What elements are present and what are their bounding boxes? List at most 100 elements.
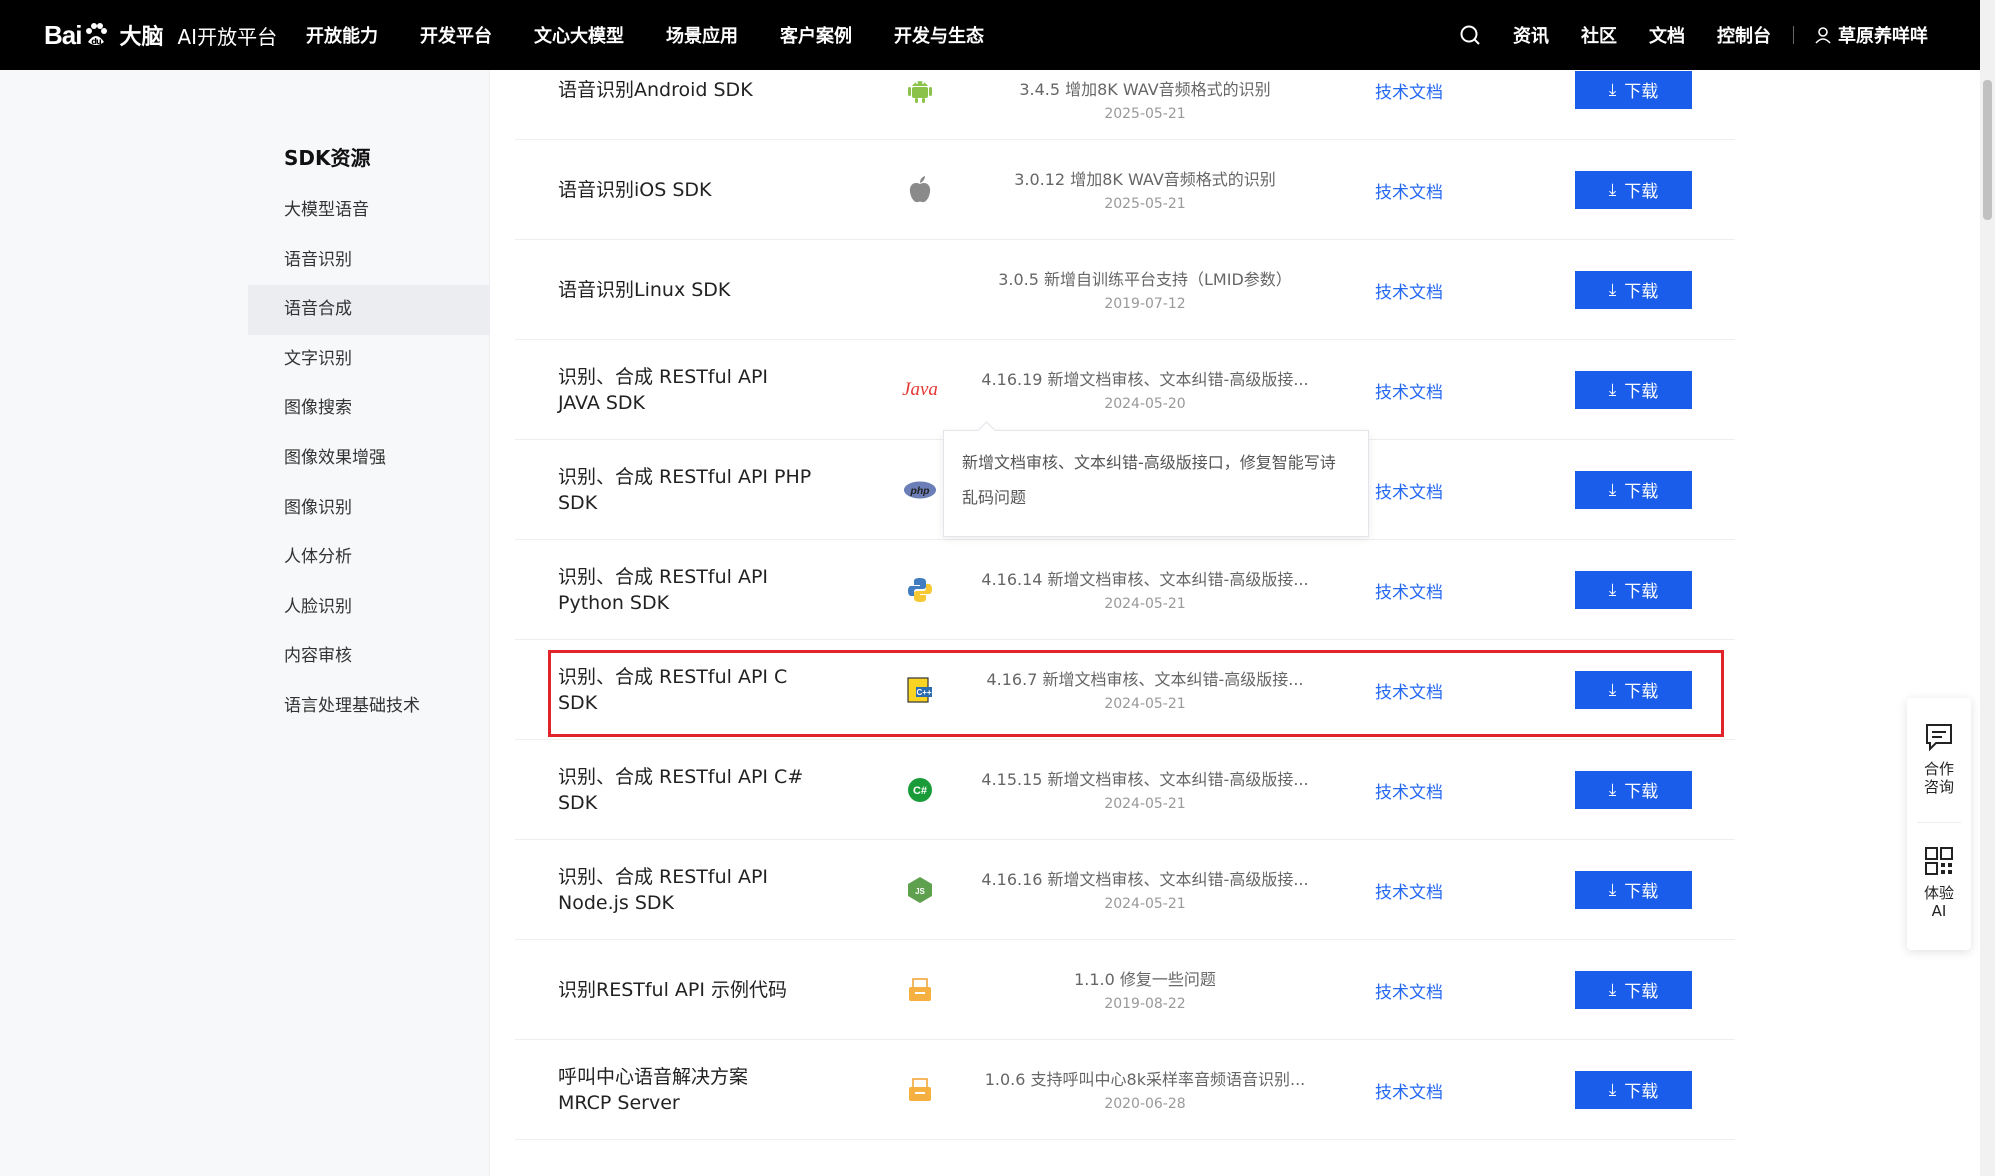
user-menu[interactable]: 草原养咩咩 <box>1814 22 1928 48</box>
logo-platform-name: AI开放平台 <box>177 24 278 49</box>
download-button[interactable]: ⤓ 下载 <box>1575 470 1692 509</box>
sidebar-item-speech-synthesis[interactable]: 语音合成 <box>248 285 490 335</box>
download-button[interactable]: ⤓ 下载 <box>1575 570 1692 609</box>
tech-doc-link[interactable]: 技术文档 <box>1375 278 1443 303</box>
tech-doc-link[interactable]: 技术文档 <box>1375 78 1443 103</box>
download-icon: ⤓ <box>1608 279 1617 300</box>
svg-text:C#: C# <box>913 785 927 797</box>
table-row: 识别、合成 RESTful API Python SDK 4.16.14 新增文档… <box>515 540 1735 640</box>
download-button[interactable]: ⤓ 下载 <box>1575 1070 1692 1109</box>
user-icon <box>1814 26 1832 44</box>
download-button[interactable]: ⤓ 下载 <box>1575 370 1692 409</box>
download-button[interactable]: ⤓ 下载 <box>1575 770 1692 809</box>
version-note: 4.16.16 新增文档审核、文本纠错-高级版接... <box>981 870 1309 889</box>
svg-text:C++: C++ <box>916 688 931 697</box>
tech-doc-link[interactable]: 技术文档 <box>1375 478 1443 503</box>
code-sample-icon <box>903 973 937 1007</box>
download-icon: ⤓ <box>1608 79 1617 100</box>
version-note: 1.0.6 支持呼叫中心8k采样率音频语音识别... <box>984 1070 1306 1089</box>
download-icon: ⤓ <box>1608 1079 1617 1100</box>
try-ai-button[interactable]: 体验 AI <box>1907 846 1971 920</box>
sdk-name: 呼叫中心语音解决方案 MRCP Server <box>558 1065 749 1114</box>
php-icon: php <box>903 473 937 507</box>
table-row: 识别、合成 RESTful API Node.js SDK JS 4.16.16 … <box>515 840 1735 940</box>
logo-text-bai: Bai <box>44 19 82 50</box>
download-icon: ⤓ <box>1608 479 1617 500</box>
download-button[interactable]: ⤓ 下载 <box>1575 70 1692 109</box>
chat-icon <box>1924 722 1954 756</box>
release-date: 2024-05-21 <box>1104 896 1186 912</box>
sidebar-item-image-search[interactable]: 图像搜索 <box>248 384 490 434</box>
scrollbar-thumb[interactable] <box>1983 80 1992 220</box>
floating-service-panel: 合作 咨询 体验 AI <box>1907 698 1971 950</box>
svg-text:php: php <box>909 485 929 496</box>
sdk-name: 识别、合成 RESTful API Node.js SDK <box>558 865 769 914</box>
version-note: 4.16.19 新增文档审核、文本纠错-高级版接... <box>981 370 1309 389</box>
sidebar-item-image-recognition[interactable]: 图像识别 <box>248 484 490 534</box>
table-row: 语音识别Android SDK 3.4.5 增加8K WAV音频格式的识别 20… <box>515 40 1735 140</box>
release-date: 2024-05-21 <box>1104 696 1186 712</box>
sidebar-item-content-audit[interactable]: 内容审核 <box>248 632 490 682</box>
release-date: 2020-06-28 <box>1104 1096 1186 1112</box>
nav-link-open-capabilities[interactable]: 开放能力 <box>306 22 378 48</box>
release-date: 2019-07-12 <box>1104 296 1186 312</box>
csharp-icon: C# <box>903 773 937 807</box>
nav-link-dev-platform[interactable]: 开发平台 <box>420 22 492 48</box>
download-button[interactable]: ⤓ 下载 <box>1575 670 1692 709</box>
tech-doc-link[interactable]: 技术文档 <box>1375 378 1443 403</box>
download-icon: ⤓ <box>1608 579 1617 600</box>
tech-doc-link[interactable]: 技术文档 <box>1375 178 1443 203</box>
tech-doc-link[interactable]: 技术文档 <box>1375 878 1443 903</box>
sidebar-item-image-enhance[interactable]: 图像效果增强 <box>248 434 490 484</box>
table-row: 语音识别iOS SDK 3.0.12 增加8K WAV音频格式的识别 2025-… <box>515 140 1735 240</box>
sidebar-item-face-recognition[interactable]: 人脸识别 <box>248 583 490 633</box>
sdk-name: 识别、合成 RESTful API C SDK <box>558 665 788 714</box>
download-icon: ⤓ <box>1608 679 1617 700</box>
table-row: 识别、合成 RESTful API C# SDK C# 4.15.15 新增文档审… <box>515 740 1735 840</box>
sidebar-item-speech-recognition[interactable]: 语音识别 <box>248 236 490 286</box>
sdk-name: 识别、合成 RESTful API PHP SDK <box>558 465 812 514</box>
sidebar-item-body-analysis[interactable]: 人体分析 <box>248 533 490 583</box>
version-note: 4.16.7 新增文档审核、文本纠错-高级版接... <box>986 670 1304 689</box>
table-row: 识别、合成 RESTful API JAVA SDK Java 4.16.19 新… <box>515 340 1735 440</box>
sidebar-item-llm-speech[interactable]: 大模型语音 <box>248 186 490 236</box>
download-button[interactable]: ⤓ 下载 <box>1575 270 1692 309</box>
tech-doc-link[interactable]: 技术文档 <box>1375 578 1443 603</box>
sdk-name: 识别、合成 RESTful API C# SDK <box>558 765 804 814</box>
panel-divider <box>1917 822 1961 823</box>
sdk-name: 识别RESTful API 示例代码 <box>558 978 788 1001</box>
download-icon: ⤓ <box>1608 879 1617 900</box>
linux-icon <box>903 273 937 307</box>
tech-doc-link[interactable]: 技术文档 <box>1375 778 1443 803</box>
download-button[interactable]: ⤓ 下载 <box>1575 870 1692 909</box>
version-note: 4.15.15 新增文档审核、文本纠错-高级版接... <box>981 770 1309 789</box>
android-icon <box>903 73 937 107</box>
version-note: 4.16.14 新增文档审核、文本纠错-高级版接... <box>981 570 1309 589</box>
sidebar-item-nlp[interactable]: 语言处理基础技术 <box>248 682 490 732</box>
sdk-name: 识别、合成 RESTful API Python SDK <box>558 565 769 614</box>
download-button[interactable]: ⤓ 下载 <box>1575 970 1692 1009</box>
sdk-download-table: 语音识别Android SDK 3.4.5 增加8K WAV音频格式的识别 20… <box>515 70 1735 1176</box>
release-date: 2024-05-21 <box>1104 796 1186 812</box>
baidu-paw-icon: du <box>83 22 109 48</box>
baidu-ai-logo[interactable]: Bai du 大脑 AI开放平台 <box>44 12 277 58</box>
tech-doc-link[interactable]: 技术文档 <box>1375 978 1443 1003</box>
username: 草原养咩咩 <box>1838 26 1928 47</box>
logo-wordmark: Bai du <box>44 20 111 51</box>
page-scrollbar[interactable] <box>1980 0 1995 1176</box>
tech-doc-link[interactable]: 技术文档 <box>1375 1078 1443 1103</box>
consult-button[interactable]: 合作 咨询 <box>1907 722 1971 796</box>
sdk-name: 语音识别Linux SDK <box>558 278 731 301</box>
mrcp-icon <box>903 1073 937 1107</box>
version-note: 1.1.0 修复一些问题 <box>1074 970 1216 989</box>
sdk-name: 语音识别iOS SDK <box>558 178 712 201</box>
download-button[interactable]: ⤓ 下载 <box>1575 170 1692 209</box>
download-icon: ⤓ <box>1608 379 1617 400</box>
sidebar-title: SDK资源 <box>284 146 371 170</box>
apple-icon <box>903 173 937 207</box>
tech-doc-link[interactable]: 技术文档 <box>1375 678 1443 703</box>
tooltip-line: 新增文档审核、文本纠错-高级版接口，修复智能写诗 <box>962 453 1336 472</box>
version-tooltip: 新增文档审核、文本纠错-高级版接口，修复智能写诗 乱码问题 <box>943 430 1369 537</box>
sidebar-item-ocr[interactable]: 文字识别 <box>248 335 490 385</box>
release-date: 2019-08-22 <box>1104 996 1186 1012</box>
